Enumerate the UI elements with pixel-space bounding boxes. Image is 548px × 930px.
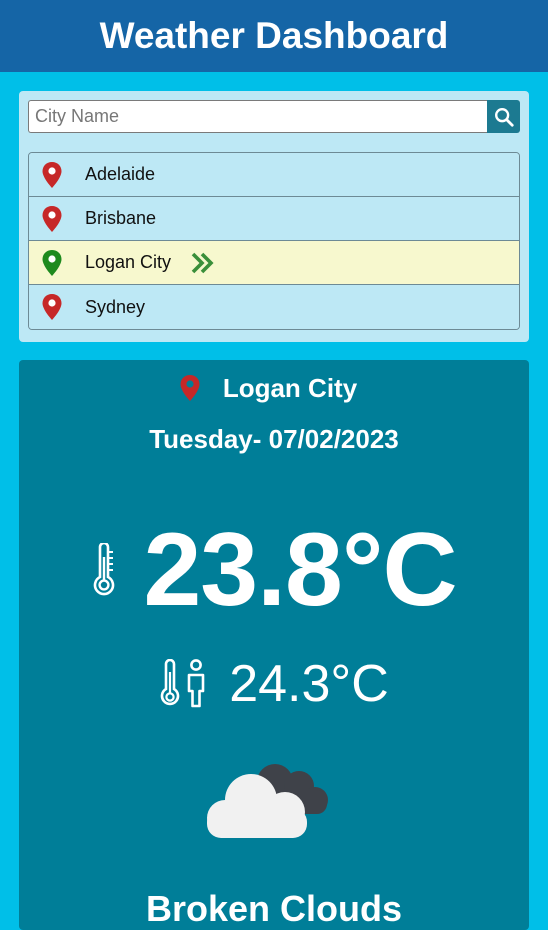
date-text: Tuesday- 07/02/2023 — [149, 424, 399, 454]
thermometer-icon — [94, 543, 115, 596]
weather-condition: Broken Clouds — [145, 888, 403, 929]
broken-clouds-icon — [207, 764, 328, 838]
city-item-label: Brisbane — [85, 208, 157, 228]
temperature-row: 23.8°C — [19, 510, 529, 630]
city-item-logan-city[interactable]: Logan City — [29, 241, 519, 285]
city-item-label: Adelaide — [85, 164, 156, 184]
feels-like-row: 24.3°C — [19, 654, 529, 714]
city-item-label: Logan City — [85, 252, 172, 272]
city-list: Adelaide Brisbane Logan City Sydney — [28, 152, 520, 330]
city-item-sydney[interactable]: Sydney — [29, 285, 519, 329]
temperature-value: 23.8°C — [143, 511, 457, 628]
map-pin-icon — [180, 375, 200, 401]
map-pin-icon — [41, 205, 63, 233]
search-button[interactable] — [487, 100, 520, 133]
city-item-brisbane[interactable]: Brisbane — [29, 197, 519, 241]
map-pin-icon — [41, 161, 63, 189]
search-bar — [28, 100, 520, 133]
location-row: Logan City — [19, 370, 529, 406]
search-panel: Adelaide Brisbane Logan City — [19, 91, 529, 342]
feels-like-value: 24.3°C — [229, 655, 389, 713]
weather-panel: Logan City Tuesday- 07/02/2023 23.8°C 24… — [19, 360, 529, 930]
map-pin-icon — [41, 249, 63, 277]
page-title: Weather Dashboard — [99, 14, 449, 56]
location-name: Logan City — [222, 372, 358, 403]
city-item-adelaide[interactable]: Adelaide — [29, 153, 519, 197]
app-header: Weather Dashboard — [0, 0, 548, 72]
feels-like-icon — [160, 659, 205, 708]
search-input[interactable] — [28, 100, 487, 133]
search-icon — [494, 107, 514, 127]
map-pin-icon — [41, 293, 63, 321]
city-item-label: Sydney — [85, 296, 146, 317]
double-chevron-right-icon — [191, 252, 215, 274]
